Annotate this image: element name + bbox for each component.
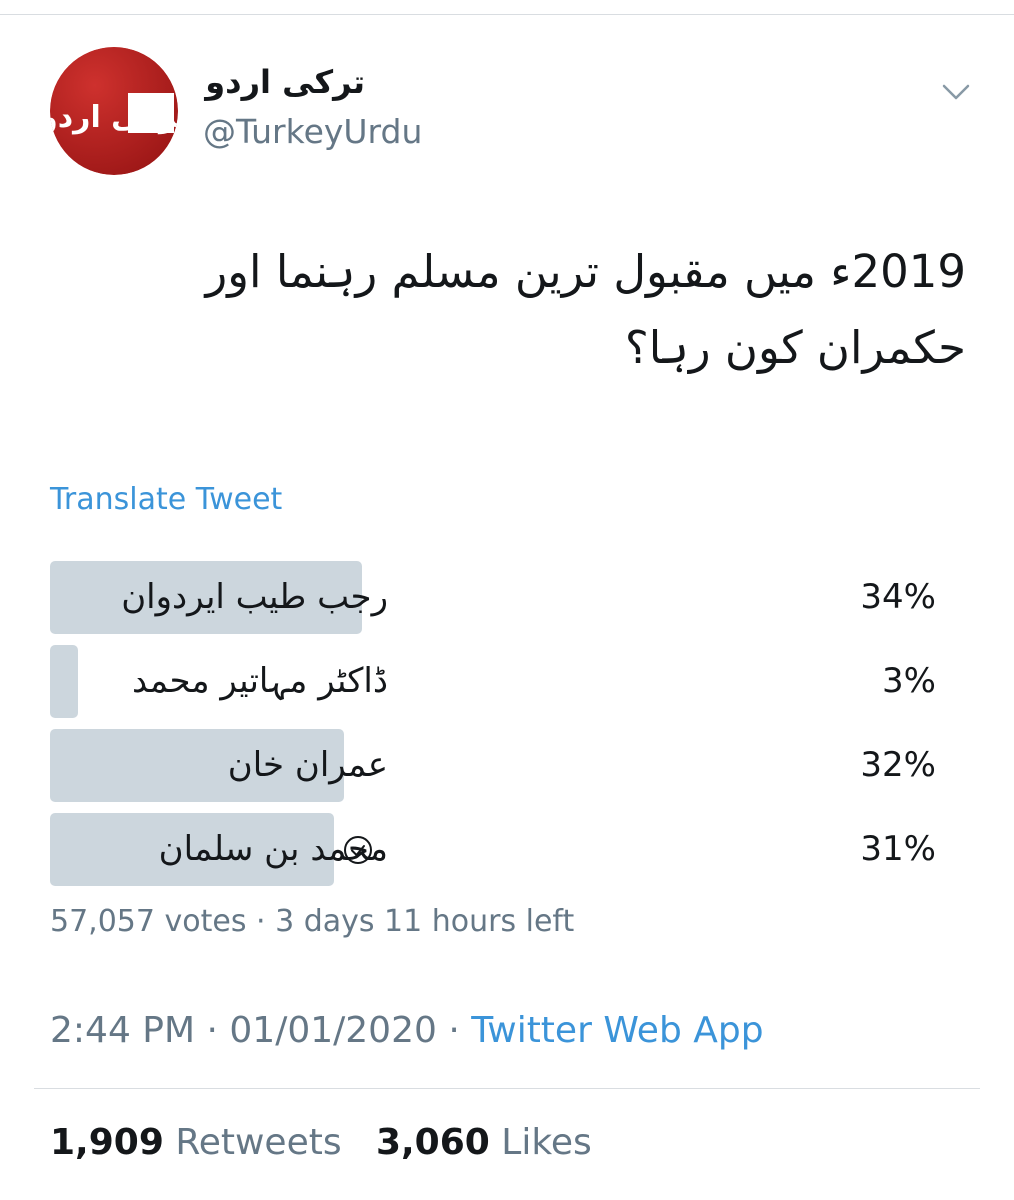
svg-text:ترکی اردو: ترکی اردو	[50, 100, 178, 135]
poll-option-bar	[50, 645, 78, 718]
poll-option-percent: 31%	[860, 829, 936, 869]
poll-option-label: عمران خان	[227, 745, 388, 785]
check-circle-icon	[342, 834, 374, 866]
poll-option-percent: 3%	[882, 661, 936, 701]
likes-count: 3,060	[375, 1122, 490, 1163]
avatar-logo: ترکی اردو	[50, 47, 178, 175]
poll-meta: 57,057 votes · 3 days 11 hours left	[50, 904, 575, 939]
poll-option: ڈاکٹر مہاتیر محمد 3%	[50, 645, 940, 718]
retweets-stat[interactable]: 1,909 Retweets	[50, 1122, 342, 1163]
chevron-down-icon[interactable]	[938, 74, 974, 110]
tweet-timestamp: 2:44 PM · 01/01/2020 · Twitter Web App	[50, 1008, 764, 1054]
stats-divider	[34, 1088, 980, 1089]
timestamp-time-date[interactable]: 2:44 PM · 01/01/2020 ·	[50, 1010, 471, 1051]
translate-tweet-link[interactable]: Translate Tweet	[50, 480, 282, 520]
likes-stat[interactable]: 3,060 Likes	[376, 1122, 592, 1163]
account-handle[interactable]: @TurkeyUrdu	[203, 112, 422, 152]
poll: رجب طیب ایردوان 34% ڈاکٹر مہاتیر محمد 3%…	[50, 561, 940, 897]
poll-option: عمران خان 32%	[50, 729, 940, 802]
tweet-text: 2019ء میں مقبول ترین مسلم رہنما اور حکمر…	[205, 245, 966, 374]
poll-option-percent: 32%	[860, 745, 936, 785]
poll-option-label: ڈاکٹر مہاتیر محمد	[131, 661, 388, 701]
avatar[interactable]: ترکی اردو	[50, 47, 178, 175]
top-divider	[0, 14, 1014, 15]
retweets-count: 1,909	[50, 1122, 164, 1163]
source-app-link[interactable]: Twitter Web App	[471, 1010, 763, 1051]
likes-label: Likes	[501, 1122, 592, 1163]
retweets-label: Retweets	[175, 1122, 342, 1163]
poll-option: رجب طیب ایردوان 34%	[50, 561, 940, 634]
display-name[interactable]: ترکی اردو	[205, 62, 365, 102]
poll-option-label: رجب طیب ایردوان	[121, 577, 388, 617]
tweet-stats: 1,909 Retweets 3,060 Likes	[50, 1120, 592, 1166]
poll-option-percent: 34%	[860, 577, 936, 617]
poll-option: محمد بن سلمان 31%	[50, 813, 940, 886]
